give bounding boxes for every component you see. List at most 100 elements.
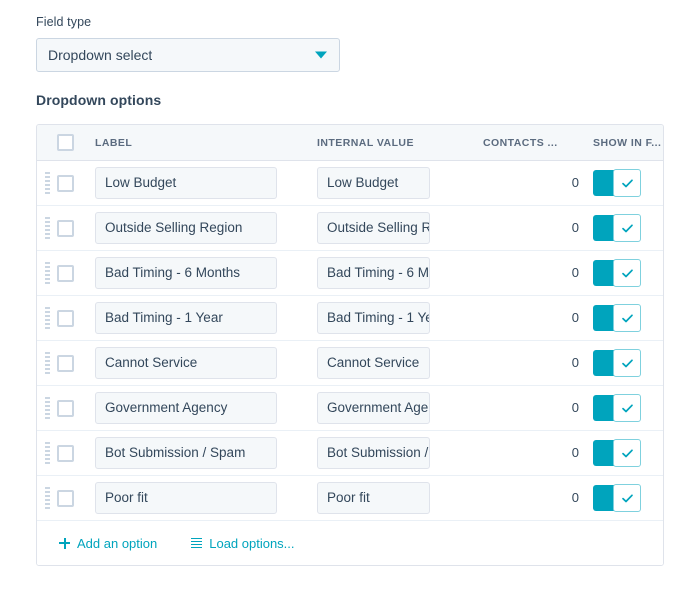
header-show-in-form: SHOW IN F...	[593, 137, 664, 149]
label-input[interactable]: Bad Timing - 1 Year	[95, 302, 277, 334]
label-input[interactable]: Cannot Service	[95, 347, 277, 379]
show-in-form-toggle[interactable]	[593, 215, 641, 241]
internal-value-input[interactable]: Low Budget	[317, 167, 430, 199]
check-icon	[621, 222, 634, 235]
show-in-form-cell	[593, 215, 664, 241]
drag-handle-cell	[37, 352, 57, 374]
table-row: Outside Selling Region Outside Selling R 0	[37, 206, 663, 251]
internal-value-input[interactable]: Outside Selling R	[317, 212, 430, 244]
row-checkbox[interactable]	[57, 175, 74, 192]
label-cell: Bad Timing - 6 Months	[95, 257, 317, 289]
internal-value-input[interactable]: Bot Submission /	[317, 437, 430, 469]
show-in-form-cell	[593, 395, 664, 421]
row-checkbox[interactable]	[57, 220, 74, 237]
show-in-form-toggle[interactable]	[593, 170, 641, 196]
table-row: Poor fitPoor fit0	[37, 476, 663, 521]
drag-handle-icon[interactable]	[45, 262, 50, 284]
contacts-count: 0	[572, 445, 579, 460]
add-option-button[interactable]: Add an option	[59, 536, 157, 551]
internal-value-input[interactable]: Bad Timing - 6 M	[317, 257, 430, 289]
label-input[interactable]: Government Agency	[95, 392, 277, 424]
drag-handle-icon[interactable]	[45, 352, 50, 374]
show-in-form-toggle[interactable]	[593, 260, 641, 286]
check-icon	[621, 177, 634, 190]
table-header-row: LABEL INTERNAL VALUE CONTACTS ... SHOW I…	[37, 125, 663, 161]
row-checkbox[interactable]	[57, 310, 74, 327]
contacts-cell: 0	[483, 174, 593, 192]
table-row: Bad Timing - 1 Year Bad Timing - 1 Ye 0	[37, 296, 663, 341]
check-icon	[621, 357, 634, 370]
drag-handle-icon[interactable]	[45, 397, 50, 419]
table-row: Bad Timing - 6 Months Bad Timing - 6 M 0	[37, 251, 663, 296]
field-type-section: Field type Dropdown select	[36, 14, 356, 72]
show-in-form-cell	[593, 170, 664, 196]
drag-handle-cell	[37, 262, 57, 284]
contacts-cell: 0	[483, 264, 593, 282]
label-cell: Cannot Service	[95, 347, 317, 379]
show-in-form-toggle[interactable]	[593, 485, 641, 511]
internal-value-input[interactable]: Poor fit	[317, 482, 430, 514]
internal-value-cell: Poor fit	[317, 482, 483, 514]
table-footer: Add an option Load options...	[37, 521, 663, 565]
row-checkbox[interactable]	[57, 265, 74, 282]
select-all-checkbox[interactable]	[57, 134, 74, 151]
dropdown-options-editor: Field type Dropdown select Dropdown opti…	[0, 0, 687, 596]
internal-value-input[interactable]: Government Age	[317, 392, 430, 424]
contacts-count: 0	[572, 310, 579, 325]
row-select-cell	[57, 445, 95, 462]
row-select-cell	[57, 175, 95, 192]
internal-value-input[interactable]: Cannot Service	[317, 347, 430, 379]
contacts-count: 0	[572, 400, 579, 415]
toggle-knob	[613, 259, 641, 287]
label-cell: Government Agency	[95, 392, 317, 424]
contacts-count: 0	[572, 355, 579, 370]
field-type-selected-value: Dropdown select	[48, 46, 152, 64]
row-select-cell	[57, 265, 95, 282]
show-in-form-toggle[interactable]	[593, 395, 641, 421]
drag-handle-icon[interactable]	[45, 487, 50, 509]
check-icon	[621, 492, 634, 505]
row-select-cell	[57, 400, 95, 417]
show-in-form-toggle[interactable]	[593, 440, 641, 466]
table-body: Low BudgetLow Budget0Outside Selling Reg…	[37, 161, 663, 521]
label-input[interactable]: Poor fit	[95, 482, 277, 514]
show-in-form-toggle[interactable]	[593, 350, 641, 376]
contacts-cell: 0	[483, 354, 593, 372]
contacts-count: 0	[572, 265, 579, 280]
add-option-label: Add an option	[77, 536, 157, 551]
show-in-form-cell	[593, 440, 664, 466]
drag-handle-icon[interactable]	[45, 217, 50, 239]
show-in-form-toggle[interactable]	[593, 305, 641, 331]
drag-handle-icon[interactable]	[45, 307, 50, 329]
toggle-knob	[613, 349, 641, 377]
label-input[interactable]: Low Budget	[95, 167, 277, 199]
internal-value-input[interactable]: Bad Timing - 1 Ye	[317, 302, 430, 334]
internal-value-cell: Bad Timing - 6 M	[317, 257, 483, 289]
check-icon	[621, 447, 634, 460]
contacts-cell: 0	[483, 399, 593, 417]
load-options-button[interactable]: Load options...	[191, 536, 294, 551]
label-input[interactable]: Bot Submission / Spam	[95, 437, 277, 469]
table-row: Cannot Service Cannot Service 0	[37, 341, 663, 386]
toggle-knob	[613, 214, 641, 242]
label-cell: Bad Timing - 1 Year	[95, 302, 317, 334]
label-input[interactable]: Outside Selling Region	[95, 212, 277, 244]
contacts-cell: 0	[483, 444, 593, 462]
load-options-label: Load options...	[209, 536, 294, 551]
row-checkbox[interactable]	[57, 355, 74, 372]
internal-value-cell: Government Age	[317, 392, 483, 424]
contacts-cell: 0	[483, 219, 593, 237]
row-checkbox[interactable]	[57, 400, 74, 417]
drag-handle-icon[interactable]	[45, 172, 50, 194]
show-in-form-cell	[593, 260, 664, 286]
row-checkbox[interactable]	[57, 490, 74, 507]
label-cell: Bot Submission / Spam	[95, 437, 317, 469]
label-cell: Outside Selling Region	[95, 212, 317, 244]
label-cell: Low Budget	[95, 167, 317, 199]
label-input[interactable]: Bad Timing - 6 Months	[95, 257, 277, 289]
field-type-select[interactable]: Dropdown select	[36, 38, 340, 72]
table-row: Government Agency Government Age 0	[37, 386, 663, 431]
row-checkbox[interactable]	[57, 445, 74, 462]
drag-handle-icon[interactable]	[45, 442, 50, 464]
table-row: Low Budget Low Budget 0	[37, 161, 663, 206]
